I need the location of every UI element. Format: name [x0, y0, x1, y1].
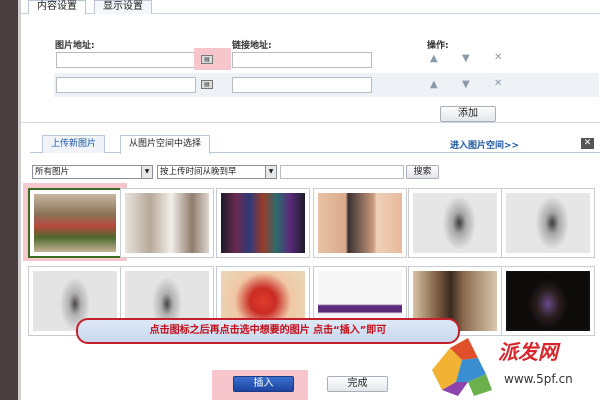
image-address-input-1[interactable] [56, 52, 196, 68]
tab-display-settings[interactable]: 显示设置 [94, 0, 152, 14]
sidebar-divider [18, 0, 21, 400]
brand-name: 派发网 [498, 340, 558, 364]
sort-select-value: 按上传时间从晚到早 [160, 167, 237, 177]
insert-button[interactable]: 插入 [233, 376, 294, 392]
thumb-model-1[interactable] [408, 188, 502, 258]
search-input[interactable] [280, 165, 404, 179]
enter-image-space-link[interactable]: 进入图片空间>> [450, 138, 519, 151]
image-picker-icon[interactable]: ▤ [201, 55, 213, 64]
arrow-up-icon[interactable]: ▲ [430, 53, 438, 64]
link-address-label: 链接地址: [232, 41, 272, 51]
tab-upload-new-image[interactable]: 上传新图片 [42, 135, 106, 153]
chevron-down-icon: ▼ [141, 166, 152, 178]
tab-content-settings[interactable]: 内容设置 [28, 0, 86, 14]
category-select-value: 所有图片 [35, 167, 70, 177]
chevron-down-icon: ▼ [265, 166, 276, 178]
brand-url: www.5pf.cn [504, 372, 573, 386]
arrow-down-icon[interactable]: ▼ [462, 53, 470, 64]
add-button[interactable]: 添加 [440, 106, 496, 122]
section-divider [21, 122, 600, 123]
tip-callout: 点击图标之后再点击选中想要的图片 点击“插入”即可 [76, 318, 460, 344]
link-address-input-1[interactable] [232, 52, 372, 68]
thumb-house[interactable] [28, 188, 122, 258]
thumb-banner[interactable] [216, 188, 310, 258]
banner-image [221, 193, 305, 253]
interior-image [125, 193, 209, 253]
category-select[interactable]: 所有图片 ▼ [32, 165, 153, 179]
close-icon[interactable]: ✕ [581, 138, 594, 149]
thumb-model-2[interactable] [501, 188, 595, 258]
tab-choose-from-space[interactable]: 从图片空间中选择 [120, 135, 211, 154]
model-image-6 [506, 271, 590, 331]
image-address-input-2[interactable] [56, 77, 196, 93]
arrow-up-icon-2[interactable]: ▲ [430, 79, 438, 90]
thumb-model-6[interactable] [501, 266, 595, 336]
delete-icon[interactable]: ✕ [494, 52, 502, 63]
sort-select[interactable]: 按上传时间从晚到早 ▼ [157, 165, 277, 179]
operations-label: 操作: [427, 41, 449, 51]
house-image [34, 194, 116, 252]
thumb-portraits[interactable] [313, 188, 407, 258]
arrow-down-icon-2[interactable]: ▼ [462, 79, 470, 90]
search-button[interactable]: 搜索 [406, 165, 439, 179]
done-button[interactable]: 完成 [327, 376, 388, 392]
portraits-image [318, 193, 402, 253]
left-sidebar-edge [0, 0, 18, 400]
watermark-logo: 派发网 www.5pf.cn [428, 330, 598, 400]
link-address-input-2[interactable] [232, 77, 372, 93]
thumb-interior[interactable] [120, 188, 214, 258]
delete-icon-2[interactable]: ✕ [494, 78, 502, 89]
image-picker-icon-2[interactable]: ▤ [201, 80, 213, 89]
model-image-2 [506, 193, 590, 253]
model-image-1 [413, 193, 497, 253]
image-address-label: 图片地址: [55, 41, 95, 51]
